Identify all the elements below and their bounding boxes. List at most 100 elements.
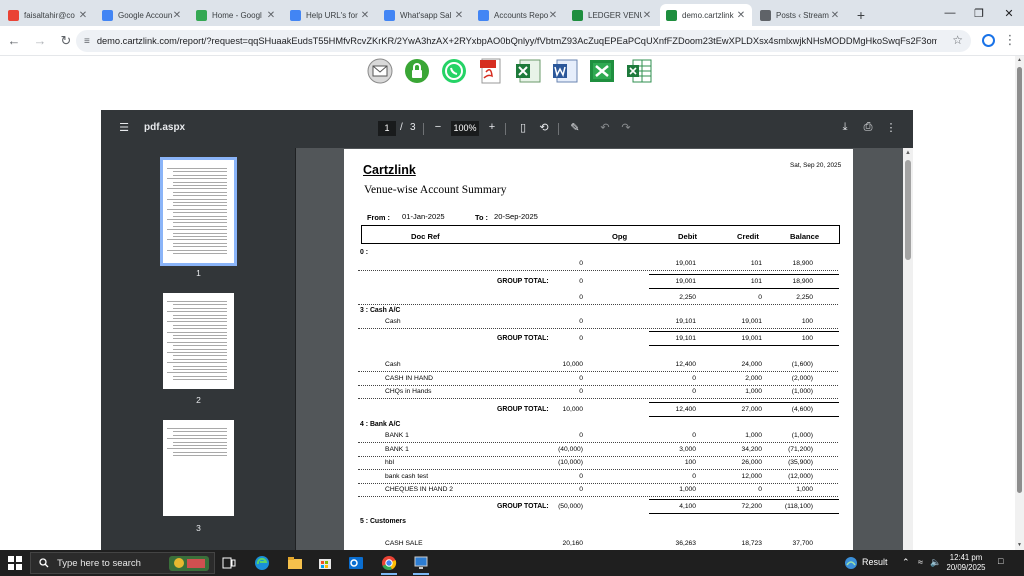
thumbnail-line	[167, 229, 227, 231]
forward-button[interactable]: →	[28, 29, 52, 53]
debit-value: 100	[684, 459, 696, 467]
thumbnail-line	[173, 335, 227, 336]
browser-tab[interactable]: LEDGER VENU ✕	[566, 4, 658, 26]
excel-xlsx-export-button[interactable]	[588, 57, 616, 85]
thumbnail-line	[173, 441, 227, 443]
minimize-button[interactable]: —	[935, 0, 965, 26]
browser-toolbar: ← → ↻ ≡ demo.cartzlink.com/report/?reque…	[0, 26, 1024, 56]
zoom-out-button[interactable]: −	[431, 121, 445, 133]
annotate-button[interactable]: ✎	[568, 121, 582, 134]
page-thumbnail-3[interactable]	[163, 420, 234, 516]
print-button[interactable]: ⎙	[861, 121, 875, 134]
page-number-input[interactable]: 1	[378, 121, 396, 136]
browser-tab[interactable]: demo.cartzlink ✕	[660, 4, 752, 26]
new-tab-button[interactable]: +	[850, 4, 872, 26]
more-actions-button[interactable]: ⋮	[884, 121, 898, 134]
close-icon[interactable]: ✕	[172, 10, 182, 21]
wifi-icon[interactable]: ≈	[918, 557, 923, 567]
bookmark-star-icon[interactable]: ☆	[952, 33, 963, 47]
download-button[interactable]: ⤓	[838, 121, 852, 134]
redo-button[interactable]: ↷	[619, 121, 633, 134]
column-credit: Credit	[737, 232, 759, 241]
thumbnail-line	[173, 174, 227, 176]
thumbnail-line	[173, 358, 227, 360]
spreadsheet-export-button[interactable]	[625, 57, 653, 85]
task-view-button[interactable]	[218, 553, 240, 573]
email-export-button[interactable]	[366, 57, 394, 85]
account-name: Cash	[385, 318, 401, 325]
start-button[interactable]	[8, 556, 22, 570]
browser-tab[interactable]: Home - Googl ✕	[190, 4, 282, 26]
remote-app[interactable]	[410, 553, 432, 575]
total-rule	[649, 402, 839, 403]
weather-widget[interactable]	[841, 553, 861, 573]
reload-button[interactable]: ↻	[54, 29, 78, 53]
from-date: 01-Jan-2025	[402, 212, 445, 221]
zoom-in-button[interactable]: +	[485, 121, 499, 133]
row-divider	[358, 270, 838, 271]
profile-button[interactable]	[978, 30, 998, 50]
excel-export-button[interactable]	[514, 57, 542, 85]
outlook-icon	[349, 557, 363, 569]
browser-tab[interactable]: Google Accoun ✕	[96, 4, 188, 26]
file-explorer-app[interactable]	[284, 553, 306, 573]
thumbnail-line	[173, 232, 227, 234]
notification-icon[interactable]: □	[998, 556, 1003, 566]
restore-button[interactable]: ❐	[964, 0, 994, 26]
viewer-scroll-thumb[interactable]	[905, 160, 911, 260]
cartzlink-icon	[572, 9, 583, 21]
fit-page-button[interactable]: ▯	[516, 121, 530, 134]
weather-text[interactable]: Result	[862, 557, 888, 567]
page-thumbnail-1[interactable]	[160, 157, 237, 266]
page-scrollbar[interactable]: ▲ ▼	[1015, 56, 1024, 550]
scroll-up-icon[interactable]: ▲	[1017, 57, 1022, 63]
site-info-icon[interactable]: ≡	[84, 36, 90, 47]
page-thumbnail-2[interactable]	[163, 293, 234, 389]
store-app[interactable]	[314, 553, 336, 573]
viewer-scrollbar[interactable]: ▲	[903, 148, 913, 550]
address-bar[interactable]: ≡ demo.cartzlink.com/report/?request=qqS…	[76, 30, 971, 52]
account-name: bank cash test	[385, 472, 429, 480]
browser-tab[interactable]: What'sapp Sal ✕	[378, 4, 470, 26]
thumbnail-label-1: 1	[196, 268, 201, 278]
chevron-up-icon[interactable]: ⌃	[902, 557, 910, 568]
browser-tab[interactable]: Help URL's for ✕	[284, 4, 376, 26]
whatsapp-export-button[interactable]	[440, 57, 468, 85]
edge-app[interactable]	[251, 553, 273, 573]
close-icon[interactable]: ✕	[736, 10, 746, 21]
page-scroll-thumb[interactable]	[1017, 67, 1022, 493]
zoom-level-input[interactable]: 100%	[451, 121, 479, 136]
scroll-down-icon[interactable]: ▼	[1017, 542, 1022, 548]
close-icon[interactable]: ✕	[454, 10, 464, 21]
browser-tab[interactable]: Posts ‹ Stream ✕	[754, 4, 846, 26]
close-icon[interactable]: ✕	[360, 10, 370, 21]
close-icon[interactable]: ✕	[78, 10, 88, 21]
close-icon[interactable]: ✕	[830, 10, 840, 21]
balance-value: 37,700	[792, 540, 813, 547]
close-icon[interactable]: ✕	[266, 10, 276, 21]
word-export-button[interactable]	[551, 57, 579, 85]
close-icon[interactable]: ✕	[642, 10, 652, 21]
close-icon[interactable]: ✕	[548, 10, 558, 21]
scroll-up-icon[interactable]: ▲	[905, 150, 911, 156]
close-window-button[interactable]: ✕	[994, 0, 1024, 26]
browser-tab[interactable]: faisaltahir@co ✕	[2, 4, 94, 26]
back-button[interactable]: ←	[2, 29, 26, 53]
debit-value: 19,001	[675, 260, 696, 267]
browser-menu-button[interactable]: ⋮	[1002, 30, 1018, 50]
debit-value: 19,101	[675, 318, 696, 325]
outlook-app[interactable]	[345, 553, 367, 573]
chrome-app[interactable]	[378, 553, 400, 575]
clock-date: 20/09/2025	[946, 563, 986, 572]
pdf-export-button[interactable]	[477, 57, 505, 85]
system-clock[interactable]: 12:41 pm 20/09/2025	[940, 553, 992, 573]
search-highlight-icon[interactable]	[166, 553, 212, 573]
opg-value: (10,000)	[558, 459, 583, 467]
undo-button[interactable]: ↶	[598, 121, 612, 134]
rotate-button[interactable]: ⟲	[537, 121, 551, 134]
browser-tab[interactable]: Accounts Repo ✕	[472, 4, 564, 26]
opg-value: (50,000)	[558, 503, 583, 510]
menu-icon[interactable]: ☰	[117, 121, 131, 134]
account-name: Cash	[385, 361, 401, 368]
lock-export-button[interactable]	[403, 57, 431, 85]
